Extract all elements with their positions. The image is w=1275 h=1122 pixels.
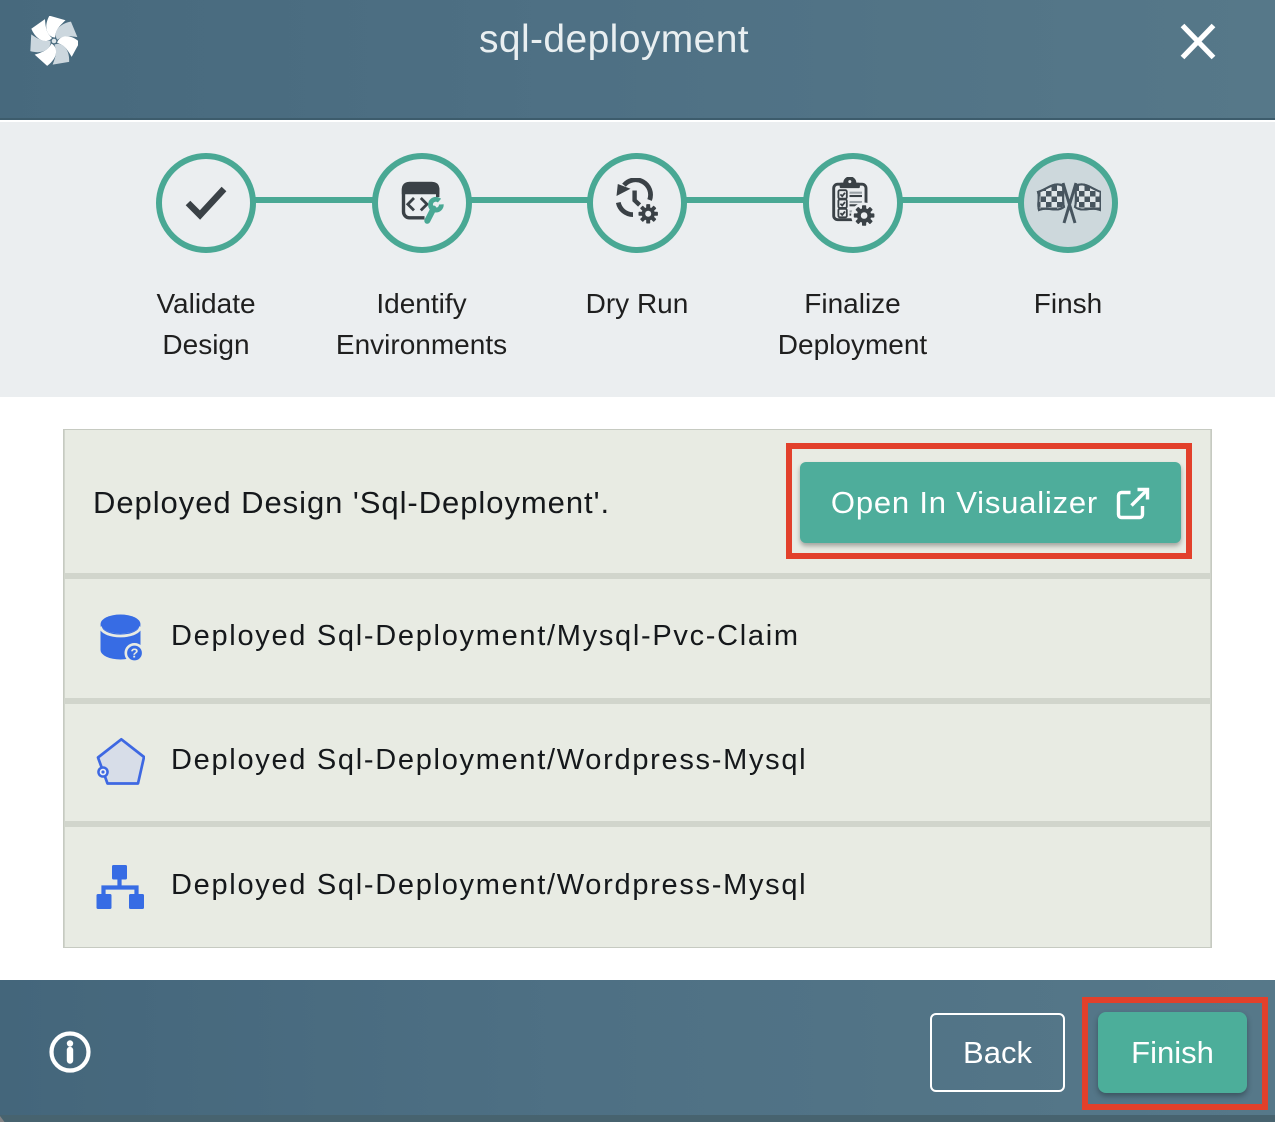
- svg-text:?: ?: [131, 646, 139, 661]
